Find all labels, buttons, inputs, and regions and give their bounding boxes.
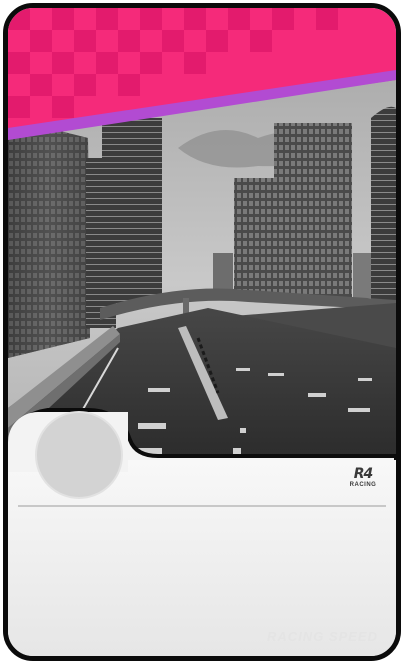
- tower-small-right: [353, 253, 373, 298]
- tower-mid: [234, 178, 274, 298]
- racing-speed-watermark: RACING SPEED: [267, 629, 378, 644]
- building-left-back: [86, 158, 116, 328]
- avatar: [35, 411, 123, 499]
- divider: [18, 505, 386, 507]
- logo-main-text: R4: [353, 466, 374, 482]
- highway-photo: [8, 8, 396, 468]
- tower-right: [274, 123, 352, 298]
- tower-far-right: [371, 106, 396, 308]
- logo-sub-text: RACING: [349, 482, 377, 488]
- r4-racing-logo: R4 RACING: [346, 467, 380, 488]
- racing-card: R4 RACING RACING SPEED: [3, 3, 401, 661]
